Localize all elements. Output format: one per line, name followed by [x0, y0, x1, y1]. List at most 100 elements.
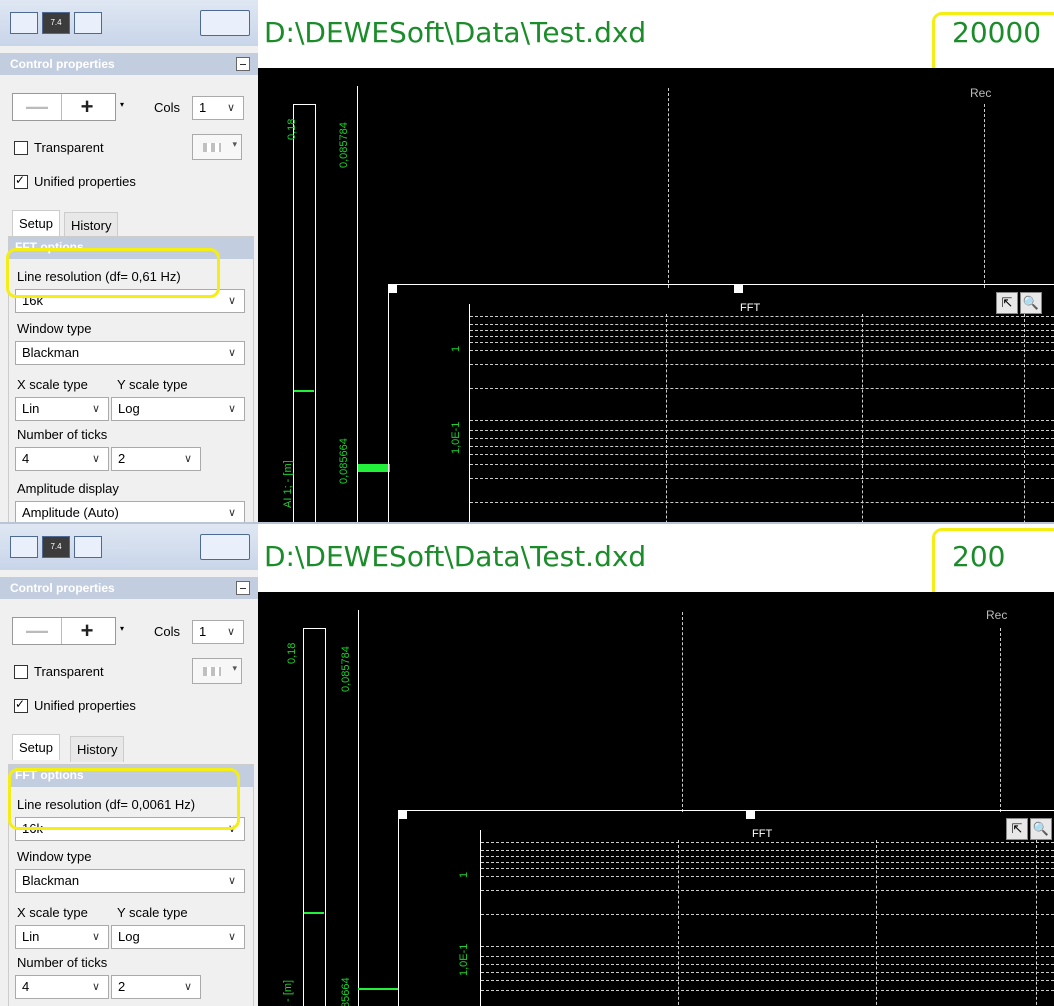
plus-button[interactable]: +	[63, 618, 111, 644]
minimize-icon[interactable]	[236, 57, 250, 71]
bar-level	[294, 390, 314, 392]
ticks-x-select[interactable]: 4 ∨	[15, 975, 109, 999]
chevron-down-icon[interactable]: ▾	[120, 624, 124, 633]
ruler-icon[interactable]	[200, 534, 250, 560]
bar-outline-right	[325, 628, 326, 1006]
x-scale-select[interactable]: Lin ∨	[15, 397, 109, 421]
digital-display-icon[interactable]: 7.4	[42, 536, 70, 558]
x-scale-select[interactable]: Lin ∨	[15, 925, 109, 949]
file-path-display: D:\DEWESoft\Data\Test.dxd	[260, 12, 940, 62]
amplitude-display-select[interactable]: Amplitude (Auto) ∨	[15, 501, 245, 522]
chevron-down-icon[interactable]: ▾	[120, 100, 124, 109]
fft-frame-left	[388, 284, 389, 522]
transparent-label: Transparent	[34, 140, 104, 155]
list-view-icon[interactable]	[10, 12, 38, 34]
grid-line	[984, 104, 985, 288]
tab-setup[interactable]: Setup	[12, 734, 60, 760]
rec-label: Rec	[986, 608, 1008, 622]
fft-frame-top	[402, 810, 1054, 811]
number-of-ticks-label: Number of ticks	[17, 427, 108, 442]
ticks-y-select[interactable]: 2 ∨	[111, 447, 201, 471]
resize-handle[interactable]	[734, 284, 743, 293]
add-remove-control: — +	[12, 93, 116, 121]
fft-tick-2: 1,0E-1	[458, 943, 470, 976]
grid-line	[470, 316, 1054, 317]
grid-line	[470, 342, 1054, 343]
color-picker-button[interactable]	[192, 134, 242, 160]
sidebar: 7.4 Control properties — + ▾ Cols 1 ∨ Tra…	[0, 524, 258, 1006]
grid-line	[470, 420, 1054, 421]
grid-line	[470, 438, 1054, 439]
unified-properties-checkbox[interactable]	[14, 697, 28, 713]
unified-properties-checkbox[interactable]	[14, 173, 28, 189]
plus-button[interactable]: +	[63, 94, 111, 120]
grid-line	[481, 964, 1054, 965]
resize-handle[interactable]	[398, 810, 407, 819]
toolbar: 7.4	[0, 0, 258, 46]
add-remove-control: — +	[12, 617, 116, 645]
digital-display-icon[interactable]: 7.4	[42, 12, 70, 34]
ticks-y-select[interactable]: 2 ∨	[111, 975, 201, 999]
fft-tick-1: 1	[458, 871, 470, 878]
cols-select[interactable]: 1 ∨	[192, 620, 244, 644]
graph-area[interactable]: 0,18 0,085784 0,085664 AI 1; - [m] Rec F…	[258, 68, 1054, 522]
grid-line	[1024, 314, 1025, 522]
axis-tick	[293, 104, 315, 105]
ticks-y-value: 2	[118, 451, 126, 466]
ticks-x-value: 4	[22, 451, 30, 466]
unified-properties-label: Unified properties	[34, 698, 136, 713]
grid-line	[481, 980, 1054, 981]
signal-trace	[358, 988, 398, 990]
zoom-icon[interactable]: 🔍	[1030, 818, 1052, 840]
grid-line	[470, 330, 1054, 331]
tab-setup[interactable]: Setup	[12, 210, 60, 236]
minimize-icon[interactable]	[236, 581, 250, 595]
tab-history[interactable]: History	[64, 212, 119, 238]
control-properties-title: Control properties	[10, 57, 115, 71]
grid-line	[470, 478, 1054, 479]
transparent-checkbox[interactable]	[14, 665, 28, 679]
minus-button[interactable]: —	[13, 94, 62, 120]
ruler-icon[interactable]	[200, 10, 250, 36]
resize-handle[interactable]	[746, 810, 755, 819]
grid-line	[481, 868, 1054, 869]
y-axis-line	[357, 86, 358, 522]
y-scale-label: Y scale type	[117, 905, 188, 920]
color-picker-button[interactable]	[192, 658, 242, 684]
grid-line	[470, 430, 1054, 431]
bar-outline-left	[303, 628, 304, 1006]
grid-line	[876, 840, 877, 1006]
control-properties-title: Control properties	[10, 581, 115, 595]
control-properties-header: Control properties	[0, 53, 258, 75]
y-scale-select[interactable]: Log ∨	[111, 925, 245, 949]
grid-line	[470, 454, 1054, 455]
cursor-icon[interactable]: ⇱	[996, 292, 1018, 314]
graph-icon[interactable]	[74, 536, 102, 558]
grid-line	[1036, 840, 1037, 1006]
minus-button[interactable]: —	[13, 618, 62, 644]
resize-handle[interactable]	[388, 284, 397, 293]
window-type-select[interactable]: Blackman ∨	[15, 869, 245, 893]
graph-area[interactable]: 0,18 0,085784 85664 ; - [m] Rec FFT ⇱ 🔍 …	[258, 592, 1054, 1006]
signal-trace	[358, 464, 390, 472]
graph-icon[interactable]	[74, 12, 102, 34]
grid-line	[470, 502, 1054, 503]
window-type-label: Window type	[17, 321, 92, 336]
grid-line	[470, 336, 1054, 337]
axis-top-label: 0,18	[286, 642, 298, 664]
transparent-checkbox[interactable]	[14, 141, 28, 155]
grid-line	[481, 850, 1054, 851]
tab-history[interactable]: History	[70, 736, 125, 762]
cursor-icon[interactable]: ⇱	[1006, 818, 1028, 840]
zoom-icon[interactable]: 🔍	[1020, 292, 1042, 314]
grid-line	[862, 314, 863, 522]
fft-tick-1: 1	[450, 345, 462, 352]
window-type-label: Window type	[17, 849, 92, 864]
window-type-select[interactable]: Blackman ∨	[15, 341, 245, 365]
list-view-icon[interactable]	[10, 536, 38, 558]
fft-title: FFT	[752, 828, 773, 840]
grid-line	[481, 990, 1054, 991]
cols-select[interactable]: 1 ∨	[192, 96, 244, 120]
ticks-x-select[interactable]: 4 ∨	[15, 447, 109, 471]
y-scale-select[interactable]: Log ∨	[111, 397, 245, 421]
